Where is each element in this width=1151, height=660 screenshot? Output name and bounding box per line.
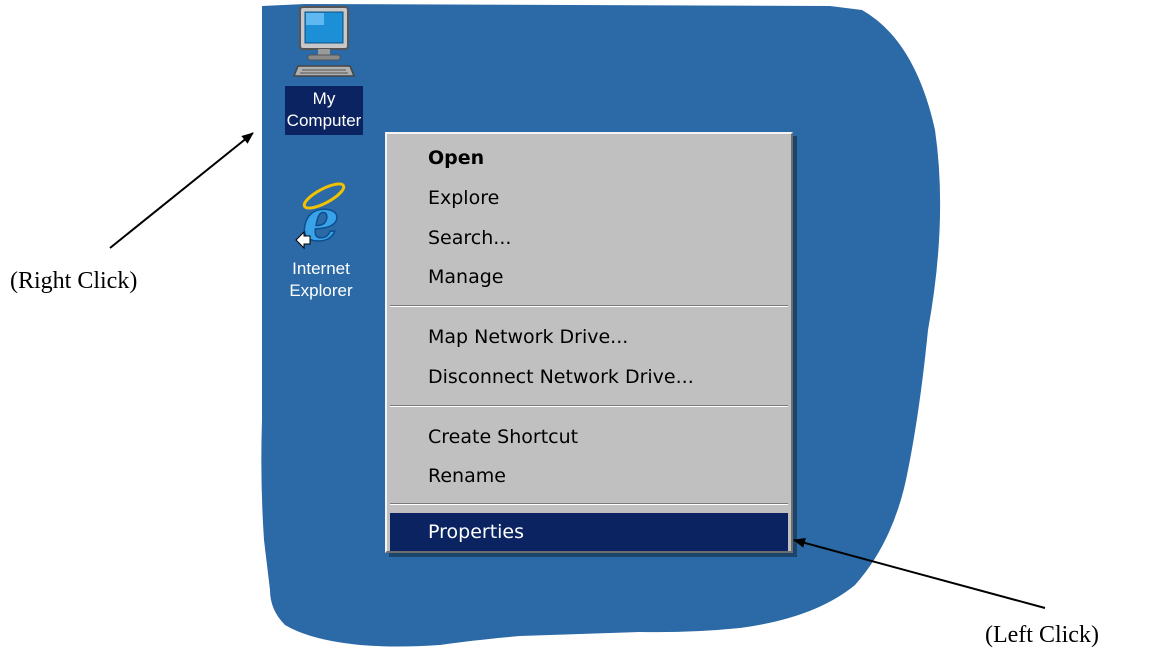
internet-explorer-label: Internet Explorer [289, 259, 353, 300]
menu-item-properties[interactable]: Properties [390, 513, 788, 551]
menu-separator [390, 405, 788, 407]
menu-item-search[interactable]: Search... [390, 219, 788, 257]
internet-explorer-icon: e [295, 182, 346, 255]
computer-icon [292, 6, 356, 77]
right-click-caption: (Right Click) [10, 268, 138, 294]
context-menu: Open Explore Search... Manage Map Networ… [385, 132, 793, 553]
menu-separator [390, 305, 788, 307]
my-computer-desktop-icon[interactable]: My Computer [265, 4, 383, 135]
left-click-caption: (Left Click) [985, 622, 1099, 648]
annotated-screenshot: My Computer e Internet Explorer Open Exp… [0, 0, 1151, 660]
menu-item-map-network-drive[interactable]: Map Network Drive... [390, 318, 788, 356]
menu-item-disconnect-network-drive[interactable]: Disconnect Network Drive... [390, 358, 788, 396]
menu-item-open[interactable]: Open [390, 139, 788, 177]
menu-item-explore[interactable]: Explore [390, 179, 788, 217]
my-computer-label: My Computer [284, 86, 364, 135]
menu-item-create-shortcut[interactable]: Create Shortcut [390, 418, 788, 456]
menu-item-rename[interactable]: Rename [390, 457, 788, 495]
internet-explorer-desktop-icon[interactable]: e Internet Explorer [262, 180, 380, 305]
menu-separator [390, 503, 788, 505]
menu-item-manage[interactable]: Manage [390, 258, 788, 296]
